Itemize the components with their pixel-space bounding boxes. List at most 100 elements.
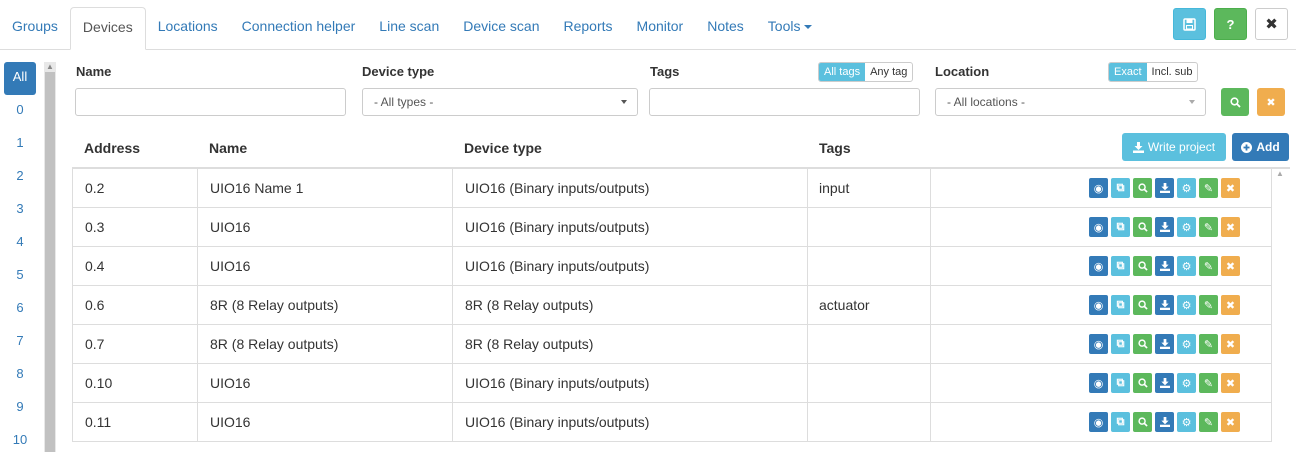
copy-icon[interactable]: ⧉: [1111, 217, 1130, 237]
table-row[interactable]: 0.2 UIO16 Name 1 UIO16 (Binary inputs/ou…: [73, 169, 1271, 208]
group-item[interactable]: 0: [4, 95, 36, 128]
group-list-scroll-thumb[interactable]: [45, 72, 55, 452]
add-button[interactable]: Add: [1232, 133, 1289, 161]
tab-connection-helper[interactable]: Connection helper: [230, 7, 368, 50]
gear-icon[interactable]: ⚙: [1177, 178, 1196, 198]
tab-reports[interactable]: Reports: [552, 7, 625, 50]
target-icon[interactable]: ◉: [1089, 412, 1108, 432]
group-item[interactable]: 8: [4, 359, 36, 392]
search-button[interactable]: [1221, 88, 1249, 116]
search-icon[interactable]: [1133, 412, 1152, 432]
scroll-up-arrow-icon[interactable]: ▲: [45, 62, 55, 71]
gear-icon[interactable]: ⚙: [1177, 373, 1196, 393]
gear-icon[interactable]: ⚙: [1177, 295, 1196, 315]
download-icon[interactable]: [1155, 256, 1174, 276]
group-item[interactable]: 10: [4, 425, 36, 458]
close-icon[interactable]: ✖: [1221, 256, 1240, 276]
pencil-icon[interactable]: ✎: [1199, 256, 1218, 276]
download-icon[interactable]: [1155, 178, 1174, 198]
table-row[interactable]: 0.11 UIO16 UIO16 (Binary inputs/outputs)…: [73, 403, 1271, 442]
location-select[interactable]: - All locations -: [935, 88, 1206, 116]
close-icon[interactable]: ✖: [1221, 373, 1240, 393]
incl-sub-option[interactable]: Incl. sub: [1147, 63, 1198, 81]
copy-icon[interactable]: ⧉: [1111, 178, 1130, 198]
column-header-name[interactable]: Name: [209, 140, 247, 156]
search-icon[interactable]: [1133, 178, 1152, 198]
search-icon[interactable]: [1133, 334, 1152, 354]
table-row[interactable]: 0.6 8R (8 Relay outputs) 8R (8 Relay out…: [73, 286, 1271, 325]
target-icon[interactable]: ◉: [1089, 295, 1108, 315]
group-item[interactable]: 9: [4, 392, 36, 425]
tags-filter-field[interactable]: [661, 89, 908, 115]
close-icon[interactable]: ✖: [1221, 412, 1240, 432]
search-icon[interactable]: [1133, 217, 1152, 237]
gear-icon[interactable]: ⚙: [1177, 256, 1196, 276]
pencil-icon[interactable]: ✎: [1199, 412, 1218, 432]
group-item[interactable]: 4: [4, 227, 36, 260]
target-icon[interactable]: ◉: [1089, 256, 1108, 276]
pencil-icon[interactable]: ✎: [1199, 373, 1218, 393]
write-project-button[interactable]: Write project: [1122, 133, 1226, 161]
tab-line-scan[interactable]: Line scan: [367, 7, 451, 50]
group-item[interactable]: 7: [4, 326, 36, 359]
pencil-icon[interactable]: ✎: [1199, 217, 1218, 237]
column-header-device-type[interactable]: Device type: [464, 140, 542, 156]
exact-option[interactable]: Exact: [1109, 63, 1147, 81]
table-row[interactable]: 0.10 UIO16 UIO16 (Binary inputs/outputs)…: [73, 364, 1271, 403]
group-item[interactable]: 6: [4, 293, 36, 326]
close-button[interactable]: ✖: [1255, 8, 1288, 40]
close-icon[interactable]: ✖: [1221, 217, 1240, 237]
copy-icon[interactable]: ⧉: [1111, 412, 1130, 432]
group-item[interactable]: 2: [4, 161, 36, 194]
table-row[interactable]: 0.7 8R (8 Relay outputs) 8R (8 Relay out…: [73, 325, 1271, 364]
scroll-up-arrow-icon[interactable]: ▲: [1274, 169, 1286, 178]
all-tags-option[interactable]: All tags: [819, 63, 866, 81]
table-row[interactable]: 0.3 UIO16 UIO16 (Binary inputs/outputs) …: [73, 208, 1271, 247]
copy-icon[interactable]: ⧉: [1111, 373, 1130, 393]
save-button[interactable]: [1173, 8, 1206, 40]
target-icon[interactable]: ◉: [1089, 373, 1108, 393]
tab-devices[interactable]: Devices: [69, 7, 146, 50]
close-icon[interactable]: ✖: [1221, 295, 1240, 315]
table-scrollbar[interactable]: ▲: [1274, 169, 1286, 452]
group-item[interactable]: 1: [4, 128, 36, 161]
pencil-icon[interactable]: ✎: [1199, 178, 1218, 198]
group-item[interactable]: 3: [4, 194, 36, 227]
copy-icon[interactable]: ⧉: [1111, 256, 1130, 276]
gear-icon[interactable]: ⚙: [1177, 334, 1196, 354]
close-icon[interactable]: ✖: [1221, 334, 1240, 354]
tab-tools-dropdown[interactable]: Tools: [756, 7, 825, 50]
column-header-address[interactable]: Address: [84, 140, 140, 156]
group-item-all[interactable]: All: [4, 62, 36, 95]
group-item[interactable]: 5: [4, 260, 36, 293]
download-icon[interactable]: [1155, 295, 1174, 315]
tags-filter-input[interactable]: [649, 88, 920, 116]
search-icon[interactable]: [1133, 373, 1152, 393]
gear-icon[interactable]: ⚙: [1177, 412, 1196, 432]
search-icon[interactable]: [1133, 295, 1152, 315]
tab-notes[interactable]: Notes: [695, 7, 756, 50]
name-filter-input[interactable]: [75, 88, 346, 116]
close-icon[interactable]: ✖: [1221, 178, 1240, 198]
download-icon[interactable]: [1155, 334, 1174, 354]
download-icon[interactable]: [1155, 373, 1174, 393]
pencil-icon[interactable]: ✎: [1199, 295, 1218, 315]
copy-icon[interactable]: ⧉: [1111, 295, 1130, 315]
target-icon[interactable]: ◉: [1089, 334, 1108, 354]
help-button[interactable]: ?: [1214, 8, 1247, 40]
copy-icon[interactable]: ⧉: [1111, 334, 1130, 354]
name-filter-field[interactable]: [87, 89, 334, 115]
device-type-select[interactable]: - All types -: [362, 88, 638, 116]
column-header-tags[interactable]: Tags: [819, 140, 851, 156]
target-icon[interactable]: ◉: [1089, 217, 1108, 237]
download-icon[interactable]: [1155, 217, 1174, 237]
tab-locations[interactable]: Locations: [146, 7, 230, 50]
any-tag-option[interactable]: Any tag: [865, 63, 912, 81]
pencil-icon[interactable]: ✎: [1199, 334, 1218, 354]
clear-filters-button[interactable]: ✖: [1257, 88, 1285, 116]
search-icon[interactable]: [1133, 256, 1152, 276]
tab-groups[interactable]: Groups: [0, 7, 70, 50]
gear-icon[interactable]: ⚙: [1177, 217, 1196, 237]
target-icon[interactable]: ◉: [1089, 178, 1108, 198]
tab-device-scan[interactable]: Device scan: [451, 7, 551, 50]
